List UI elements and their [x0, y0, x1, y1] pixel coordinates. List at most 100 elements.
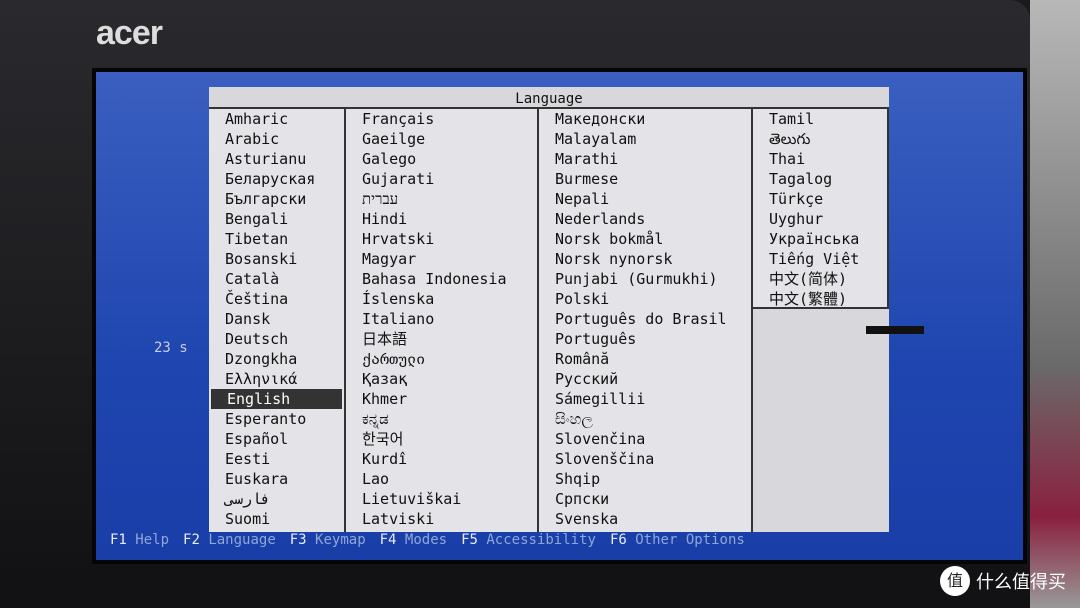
- language-option[interactable]: Malayalam: [539, 129, 751, 149]
- language-option[interactable]: Bahasa Indonesia: [346, 269, 537, 289]
- key-name: F6: [609, 532, 627, 548]
- language-option[interactable]: Català: [209, 269, 344, 289]
- language-option[interactable]: Dansk: [209, 309, 344, 329]
- language-option[interactable]: Tamil: [753, 109, 887, 129]
- language-option[interactable]: Русский: [539, 369, 751, 389]
- function-key-f4[interactable]: F4 Modes: [380, 532, 447, 548]
- language-option[interactable]: Italiano: [346, 309, 537, 329]
- language-column-1: Amharic Arabic Asturianu Беларуская Българск…: [209, 109, 346, 532]
- language-option[interactable]: فارسی: [209, 489, 344, 509]
- language-option[interactable]: Nepali: [539, 189, 751, 209]
- language-option[interactable]: Español: [209, 429, 344, 449]
- language-option[interactable]: Svenska: [539, 509, 751, 529]
- language-option[interactable]: Eesti: [209, 449, 344, 469]
- language-option[interactable]: Português do Brasil: [539, 309, 751, 329]
- function-key-bar: F1 Help F2 Language F3 Keymap F4 Modes F5 Ac…: [110, 532, 759, 548]
- language-option[interactable]: Slovenčina: [539, 429, 751, 449]
- language-option[interactable]: Marathi: [539, 149, 751, 169]
- background: [1030, 0, 1080, 608]
- language-option[interactable]: 中文(繁體): [753, 289, 887, 309]
- language-option[interactable]: Hindi: [346, 209, 537, 229]
- language-option[interactable]: Српски: [539, 489, 751, 509]
- language-option[interactable]: Қазақ: [346, 369, 537, 389]
- language-option[interactable]: Slovenščina: [539, 449, 751, 469]
- language-option[interactable]: Gujarati: [346, 169, 537, 189]
- language-option[interactable]: ಕನ್ನಡ: [346, 409, 537, 429]
- language-option[interactable]: Hrvatski: [346, 229, 537, 249]
- language-option[interactable]: తెలుగు: [753, 129, 887, 149]
- language-option[interactable]: Galego: [346, 149, 537, 169]
- language-option[interactable]: Polski: [539, 289, 751, 309]
- language-menu: Language Amharic Arabic Asturianu Беларуска…: [209, 87, 924, 532]
- language-option[interactable]: 日本語: [346, 329, 537, 349]
- language-option[interactable]: Беларуская: [209, 169, 344, 189]
- language-option[interactable]: Македонски: [539, 109, 751, 129]
- function-key-f1[interactable]: F1 Help: [110, 532, 169, 548]
- language-option[interactable]: Български: [209, 189, 344, 209]
- language-option[interactable]: Norsk bokmål: [539, 229, 751, 249]
- function-key-f5[interactable]: F5 Accessibility: [461, 532, 596, 548]
- language-option[interactable]: Latviski: [346, 509, 537, 529]
- language-option[interactable]: Dzongkha: [209, 349, 344, 369]
- language-option[interactable]: Tibetan: [209, 229, 344, 249]
- language-option[interactable]: Kurdî: [346, 449, 537, 469]
- language-option[interactable]: Bosanski: [209, 249, 344, 269]
- language-option[interactable]: Română: [539, 349, 751, 369]
- language-option[interactable]: English: [211, 389, 342, 409]
- language-option[interactable]: Shqip: [539, 469, 751, 489]
- key-label: Accessibility: [486, 532, 596, 548]
- language-option[interactable]: Lietuviškai: [346, 489, 537, 509]
- watermark-logo-icon: 值: [940, 566, 970, 596]
- key-name: F1: [110, 532, 127, 548]
- language-option[interactable]: Thai: [753, 149, 887, 169]
- language-option[interactable]: 中文(简体): [753, 269, 887, 289]
- key-name: F2: [183, 532, 200, 548]
- language-option[interactable]: Norsk nynorsk: [539, 249, 751, 269]
- language-option[interactable]: Punjabi (Gurmukhi): [539, 269, 751, 289]
- language-option[interactable]: Arabic: [209, 129, 344, 149]
- language-option[interactable]: Euskara: [209, 469, 344, 489]
- language-option[interactable]: Nederlands: [539, 209, 751, 229]
- language-option[interactable]: Ελληνικά: [209, 369, 344, 389]
- language-option[interactable]: Lao: [346, 469, 537, 489]
- language-column-3: Македонски Malayalam Marathi Burmese Nepali N…: [539, 109, 753, 532]
- function-key-f6[interactable]: F6 Other Options: [610, 532, 745, 548]
- language-option[interactable]: Amharic: [209, 109, 344, 129]
- language-option[interactable]: עברית: [346, 189, 537, 209]
- language-option[interactable]: Tiếng Việt: [753, 249, 887, 269]
- language-option[interactable]: Bengali: [209, 209, 344, 229]
- language-option[interactable]: Íslenska: [346, 289, 537, 309]
- language-column-2: Français Gaeilge Galego Gujarati עברית Hindi H…: [346, 109, 539, 532]
- language-option[interactable]: Čeština: [209, 289, 344, 309]
- language-option[interactable]: Khmer: [346, 389, 537, 409]
- key-name: F4: [379, 532, 397, 548]
- language-option[interactable]: Asturianu: [209, 149, 344, 169]
- key-label: Modes: [404, 532, 448, 548]
- countdown-timer: 23 s: [154, 340, 188, 356]
- language-option[interactable]: Burmese: [539, 169, 751, 189]
- watermark: 值 什么值得买: [940, 566, 1066, 596]
- language-option[interactable]: Gaeilge: [346, 129, 537, 149]
- key-label: Help: [135, 532, 170, 548]
- language-option[interactable]: Esperanto: [209, 409, 344, 429]
- language-option[interactable]: Português: [539, 329, 751, 349]
- function-key-f2[interactable]: F2 Language: [183, 532, 276, 548]
- language-option[interactable]: Magyar: [346, 249, 537, 269]
- key-label: Other Options: [635, 532, 745, 548]
- language-option[interactable]: Tagalog: [753, 169, 887, 189]
- language-option[interactable]: Suomi: [209, 509, 344, 529]
- scroll-indicator: [866, 326, 924, 334]
- brand-logo: acer: [96, 14, 163, 52]
- language-option[interactable]: Українська: [753, 229, 887, 249]
- language-option[interactable]: Türkçe: [753, 189, 887, 209]
- language-option[interactable]: ქართული: [346, 349, 537, 369]
- language-option[interactable]: 한국어: [346, 429, 537, 449]
- language-option[interactable]: Uyghur: [753, 209, 887, 229]
- language-option[interactable]: සිංහල: [539, 409, 751, 429]
- key-label: Language: [208, 532, 276, 548]
- function-key-f3[interactable]: F3 Keymap: [290, 532, 366, 548]
- key-name: F5: [461, 532, 478, 548]
- language-option[interactable]: Deutsch: [209, 329, 344, 349]
- language-option[interactable]: Sámegillii: [539, 389, 751, 409]
- language-option[interactable]: Français: [346, 109, 537, 129]
